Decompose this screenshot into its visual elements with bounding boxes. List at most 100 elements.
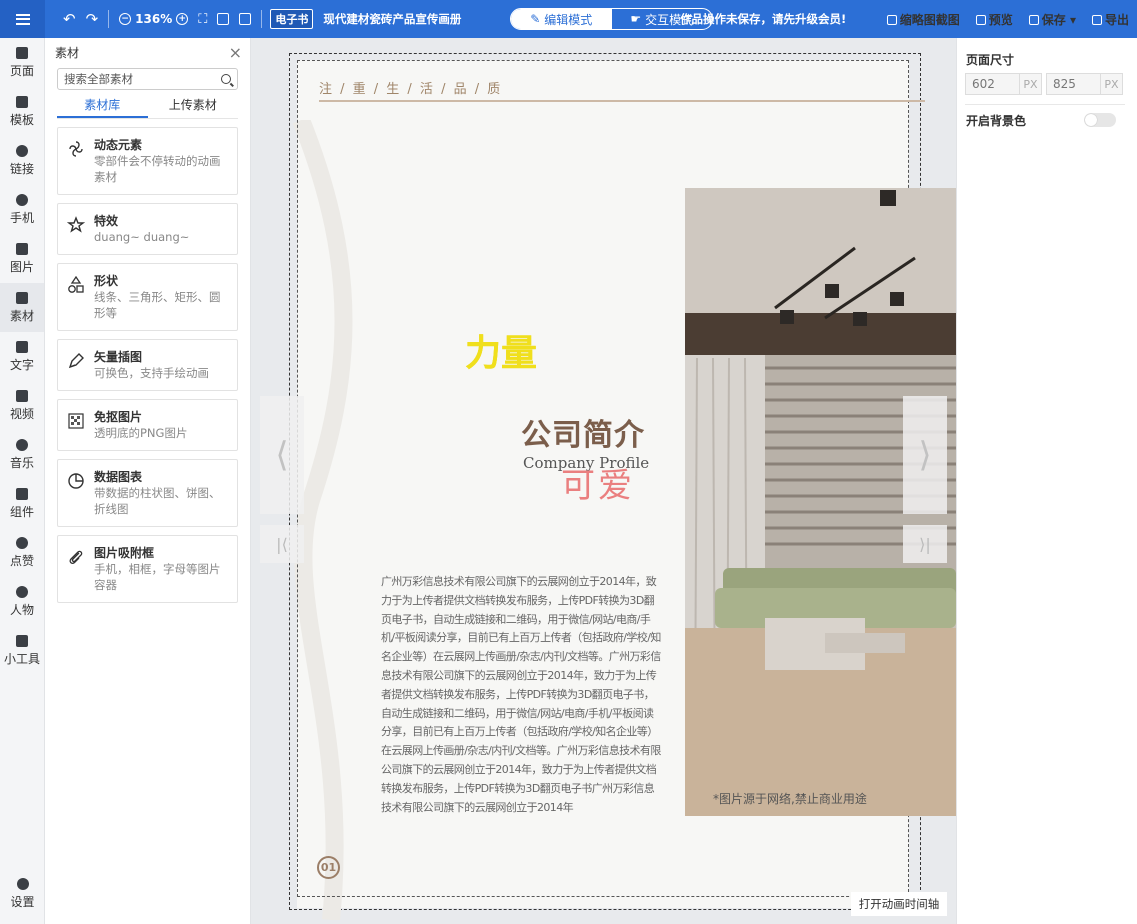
nav-item-settings[interactable]: 设置 <box>0 869 45 918</box>
nav-label: 页面 <box>9 63 34 78</box>
edit-mode-button[interactable]: ✎ 编辑模式 <box>511 9 612 29</box>
close-icon[interactable]: × <box>229 43 242 62</box>
card-title: 形状 <box>94 274 119 288</box>
search-input[interactable]: 搜索全部素材 <box>57 68 238 90</box>
nav-label: 素材 <box>9 308 34 323</box>
document-title[interactable]: 现代建材瓷砖产品宣传画册 <box>323 11 461 27</box>
nav-label: 人物 <box>9 602 34 617</box>
nav-item-like[interactable]: 点赞 <box>0 528 44 577</box>
last-page-button[interactable]: ⟩| <box>903 525 947 563</box>
menu-button[interactable] <box>0 0 45 38</box>
zoom-level: 136% <box>135 12 173 26</box>
search-placeholder: 搜索全部素材 <box>64 72 133 86</box>
nav-item-page[interactable]: 页面 <box>0 38 44 87</box>
page-number[interactable]: 01 <box>317 856 340 879</box>
panel-tabs: 素材库 上传素材 <box>57 94 238 119</box>
heart-icon <box>16 536 28 549</box>
sparkle-star-icon <box>66 215 86 235</box>
person-icon <box>16 585 28 598</box>
nav-item-template[interactable]: 模板 <box>0 87 44 136</box>
screenshot-button[interactable]: 缩略图截图 <box>886 11 960 28</box>
dynamic-element-icon <box>66 139 86 159</box>
divider <box>965 104 1125 105</box>
page-size-label: 页面尺寸 <box>966 53 1015 67</box>
card-desc: 零部件会不停转动的动画素材 <box>94 154 221 184</box>
page-width-input[interactable]: 602 PX <box>965 73 1042 95</box>
nav-label: 点赞 <box>9 553 34 568</box>
company-title[interactable]: 公司简介 <box>521 410 645 454</box>
cute-text[interactable]: 可爱 <box>561 458 635 507</box>
save-button[interactable]: 保存 ▾ <box>1028 11 1076 28</box>
next-page-button[interactable]: ⟩ <box>903 396 947 514</box>
card-effects[interactable]: 特效 duang~ duang~ <box>57 203 238 255</box>
export-label: 导出 <box>1104 13 1129 27</box>
nav-label: 模板 <box>9 112 34 127</box>
unsaved-warning: 作品操作未保存，请先升级会员! <box>680 12 847 26</box>
card-transparent-images[interactable]: 免抠图片 透明底的PNG图片 <box>57 399 238 451</box>
open-timeline-button[interactable]: 打开动画时间轴 <box>851 892 947 916</box>
nav-item-video[interactable]: 视频 <box>0 381 44 430</box>
card-vector-illustrations[interactable]: 矢量插图 可换色，支持手绘动画 <box>57 339 238 391</box>
nav-item-image[interactable]: 图片 <box>0 234 44 283</box>
nav-item-tools[interactable]: 小工具 <box>0 626 44 675</box>
preview-label: 预览 <box>988 13 1013 27</box>
nav-item-material[interactable]: 素材 <box>0 283 44 332</box>
tab-upload-material[interactable]: 上传素材 <box>148 94 239 118</box>
decorative-title[interactable]: 力量 <box>465 324 537 376</box>
gear-icon <box>16 877 29 890</box>
nav-label: 视频 <box>9 406 34 421</box>
zoom-out-icon[interactable]: − <box>119 13 132 25</box>
card-desc: 透明底的PNG图片 <box>94 426 188 440</box>
card-desc: 线条、三角形、矩形、圆形等 <box>94 290 221 320</box>
zoom-in-icon[interactable]: + <box>176 13 189 25</box>
last-page-icon: ⟩| <box>919 534 931 554</box>
tab-material-library[interactable]: 素材库 <box>57 94 148 118</box>
preview-button[interactable]: 预览 <box>975 11 1013 28</box>
card-desc: 可换色，支持手绘动画 <box>94 366 209 380</box>
export-icon <box>1091 15 1102 25</box>
nav-item-text[interactable]: 文字 <box>0 332 44 381</box>
export-button[interactable]: 导出 <box>1091 11 1129 28</box>
card-desc: 手机，相框，字母等图片容器 <box>94 562 221 592</box>
background-color-toggle[interactable] <box>1084 113 1116 127</box>
redo-icon[interactable]: ↷ <box>86 11 99 27</box>
company-description[interactable]: 广州万彩信息技术有限公司旗下的云展网创立于2014年，致力于为上传者提供文档转换… <box>381 573 663 817</box>
prev-page-button[interactable]: ⟨ <box>260 396 304 514</box>
decorative-swirl <box>292 120 353 920</box>
card-dynamic-elements[interactable]: 动态元素 零部件会不停转动的动画素材 <box>57 127 238 195</box>
pie-chart-icon <box>66 471 86 491</box>
panel-title: 素材 <box>55 45 80 60</box>
page-tagline[interactable]: 注 / 重 / 生 / 活 / 品 / 质 <box>319 78 502 97</box>
video-icon <box>16 389 28 402</box>
nav-item-component[interactable]: 组件 <box>0 479 44 528</box>
checkerboard-icon <box>66 411 86 431</box>
first-page-button[interactable]: |⟨ <box>260 525 304 563</box>
nav-item-music[interactable]: 音乐 <box>0 430 44 479</box>
nav-label: 链接 <box>9 161 34 176</box>
fullscreen-icon[interactable]: ⛶ <box>198 13 207 26</box>
save-label: 保存 <box>1041 13 1066 27</box>
nav-item-phone[interactable]: 手机 <box>0 185 44 234</box>
template-icon <box>16 95 28 108</box>
page-height-input[interactable]: 825 PX <box>1046 73 1123 95</box>
search-icon[interactable] <box>221 74 231 84</box>
card-image-frames[interactable]: 图片吸附框 手机，相框，字母等图片容器 <box>57 535 238 603</box>
nav-item-person[interactable]: 人物 <box>0 577 44 626</box>
undo-icon[interactable]: ↶ <box>63 11 76 27</box>
grid-icon[interactable] <box>239 13 252 25</box>
hamburger-icon <box>15 13 30 25</box>
card-desc: 带数据的柱状图、饼图、折线图 <box>94 486 221 516</box>
card-shapes[interactable]: 形状线条、三角形、矩形、圆形等 <box>57 263 238 331</box>
material-panel: 素材 × 搜索全部素材 素材库 上传素材 动态元素 零部件会不停转动的动画素材 特… <box>45 38 251 924</box>
link-icon <box>16 144 28 157</box>
nav-item-link[interactable]: 链接 <box>0 136 44 185</box>
top-actions: 缩略图截图 预览 保存 ▾ 导出 <box>886 11 1129 28</box>
fit-page-icon[interactable] <box>217 13 230 25</box>
editor-canvas[interactable]: 注 / 重 / 生 / 活 / 品 / 质 力量 公司简介 Company Pr… <box>251 38 956 924</box>
card-title: 数据图表 <box>94 470 143 484</box>
card-data-charts[interactable]: 数据图表带数据的柱状图、饼图、折线图 <box>57 459 238 527</box>
photo-disclaimer[interactable]: *图片源于网络,禁止商业用途 <box>713 790 867 807</box>
chevron-down-icon[interactable]: ▾ <box>1070 13 1076 27</box>
page-height-value: 825 <box>1053 77 1076 91</box>
edit-icon: ✎ <box>530 12 541 26</box>
